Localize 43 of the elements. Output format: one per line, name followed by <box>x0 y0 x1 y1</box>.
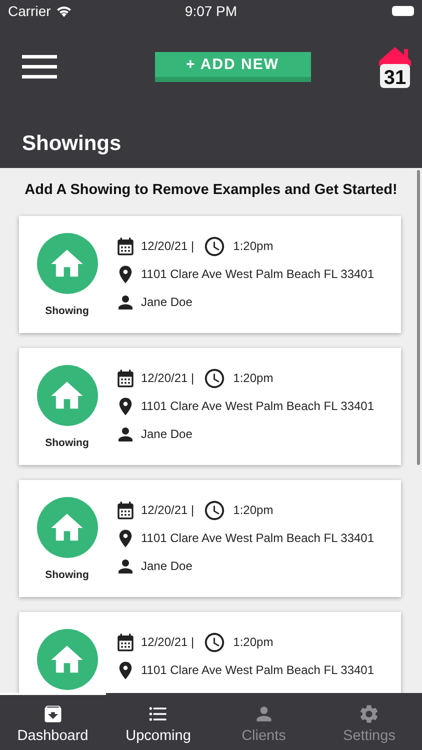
clock-time: 9:07 PM <box>184 3 238 19</box>
showing-label: Showing <box>45 437 89 449</box>
client-name: Jane Doe <box>141 295 192 309</box>
clock-icon <box>203 498 226 522</box>
showing-card[interactable]: 12/20/21 | 1:20pm 1101 Clare Ave West Palm Beach FL 33401 <box>19 612 401 693</box>
showing-date: 12/20/21 | <box>141 635 194 649</box>
showing-card[interactable]: Showing 12/20/21 | 1:20pm 1101 Clare Ave West Palm Beach FL 33401 Jane Doe <box>19 216 401 333</box>
client-name: Jane Doe <box>141 427 192 441</box>
tab[interactable]: Clients <box>211 693 316 750</box>
settings-icon <box>358 703 380 725</box>
showing-label: Showing <box>45 305 89 317</box>
showing-address: 1101 Clare Ave West Palm Beach FL 33401 <box>141 399 374 413</box>
tab[interactable]: Settings <box>316 693 422 750</box>
menu-icon[interactable] <box>22 55 57 79</box>
showing-date: 12/20/21 | <box>141 239 194 253</box>
showing-address: 1101 Clare Ave West Palm Beach FL 33401 <box>141 531 374 545</box>
clock-icon <box>203 630 226 654</box>
page-title: Showings <box>21 131 122 157</box>
showing-date: 12/20/21 | <box>141 503 194 517</box>
showing-label: Showing <box>45 569 89 581</box>
battery-icon <box>392 6 414 16</box>
showing-date: 12/20/21 | <box>141 371 194 385</box>
showing-card[interactable]: Showing 12/20/21 | 1:20pm 1101 Clare Ave West Palm Beach FL 33401 Jane Doe <box>19 480 401 597</box>
tab[interactable]: Dashboard <box>0 693 106 750</box>
showing-address: 1101 Clare Ave West Palm Beach FL 33401 <box>141 663 374 677</box>
showing-time: 1:20pm <box>233 635 274 649</box>
showing-time: 1:20pm <box>233 239 274 253</box>
showing-card[interactable]: Showing 12/20/21 | 1:20pm 1101 Clare Ave West Palm Beach FL 33401 Jane Doe <box>19 348 401 465</box>
calendar-icon <box>115 500 136 520</box>
carrier-label: Carrier <box>8 3 51 19</box>
wifi-icon <box>56 5 72 17</box>
prompt-text: Add A Showing to Remove Examples and Get Started! <box>24 181 398 200</box>
clock-icon <box>203 234 226 258</box>
showing-time: 1:20pm <box>233 503 274 517</box>
calendar-icon <box>115 236 136 256</box>
showing-time: 1:20pm <box>233 371 274 385</box>
showing-address: 1101 Clare Ave West Palm Beach FL 33401 <box>141 267 374 281</box>
client-name: Jane Doe <box>141 559 192 573</box>
clock-icon <box>203 366 226 390</box>
calendar-icon <box>115 368 136 388</box>
calendar-icon <box>115 632 136 652</box>
tab[interactable]: Upcoming <box>106 693 211 750</box>
calendar-house-logo: 31 <box>378 45 412 89</box>
